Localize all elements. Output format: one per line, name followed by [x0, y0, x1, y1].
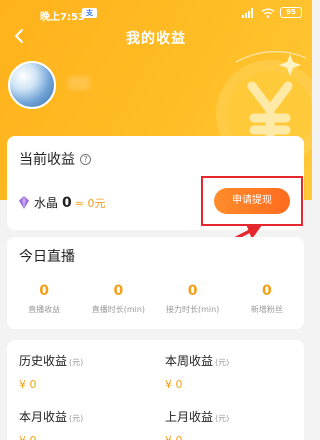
wifi-icon — [261, 8, 275, 18]
live-stats: 0 直播收益 0 直播时长(min) 0 接力时长(min) 0 新增粉丝 — [7, 283, 304, 315]
history-unit: (元) — [215, 358, 230, 367]
history-unit: (元) — [69, 414, 84, 423]
crystal-icon — [19, 196, 29, 209]
stat-label: 新增粉丝 — [250, 305, 283, 314]
history-this-week: 本周收益 (元) ¥ 0 — [165, 350, 229, 391]
history-label: 上月收益 — [165, 410, 214, 424]
history-earnings-card: 历史收益(元) ¥ 0 本周收益(元) ¥ 0 本月收益(元) ¥ 0 上月收益… — [7, 340, 304, 440]
crystal-balance: 水晶 0 ≈ 0元 — [19, 194, 105, 211]
stat-value: 0 — [39, 283, 49, 299]
stat-live-earnings: 0 直播收益 — [7, 283, 81, 315]
withdraw-highlight-box: 申请提现 — [201, 176, 303, 226]
stat-relay-duration: 0 接力时长(min) — [156, 283, 230, 315]
stat-value: 0 — [262, 283, 272, 299]
user-name — [68, 76, 90, 90]
stat-value: 0 — [113, 283, 124, 299]
current-earnings-card: 当前收益 ? 水晶 0 ≈ 0元 申请提现 — [7, 136, 304, 230]
withdraw-button[interactable]: 申请提现 — [214, 188, 290, 214]
stat-label: 直播收益 — [28, 305, 61, 314]
stat-value: 0 — [187, 283, 198, 299]
history-unit: (元) — [69, 358, 84, 367]
today-live-title: 今日直播 — [19, 249, 75, 265]
payment-app-icon: 支 — [82, 8, 97, 18]
history-label: 本月收益 — [19, 410, 68, 424]
history-value: ¥ 0 — [165, 434, 229, 440]
history-value: ¥ 0 — [19, 378, 37, 391]
today-live-card: 今日直播 0 直播收益 0 直播时长(min) 0 接力时长(min) 0 新增… — [7, 237, 304, 329]
history-unit: (元) — [215, 414, 230, 423]
crystal-label: 水晶 — [34, 196, 59, 210]
earnings-title: 当前收益 ? — [19, 149, 91, 169]
avatar[interactable] — [8, 61, 56, 109]
status-bar: 晚上7:53 支 95 — [0, 0, 312, 23]
stat-new-fans: 0 新增粉丝 — [230, 283, 304, 315]
history-value: ¥ 0 — [19, 434, 83, 440]
earnings-title-text: 当前收益 — [19, 152, 75, 168]
history-total: 历史收益 (元) ¥ 0 — [19, 350, 83, 391]
signal-icon — [242, 7, 256, 18]
crystal-approx-value: ≈ 0元 — [74, 196, 106, 210]
history-label: 历史收益 — [19, 354, 68, 368]
history-last-month: 上月收益(元) ¥ 0 — [165, 406, 229, 440]
stat-label: 直播时长(min) — [91, 305, 146, 314]
question-circle-icon[interactable]: ? — [80, 153, 91, 165]
stat-live-duration: 0 直播时长(min) — [81, 283, 155, 315]
history-value: ¥ 0 — [165, 378, 183, 391]
crystal-value: 0 — [62, 194, 72, 211]
stat-label: 接力时长(min) — [165, 305, 220, 314]
history-label: 本周收益 — [165, 354, 214, 368]
history-this-month: 本月收益(元) ¥ 0 — [19, 406, 83, 440]
status-time: 晚上7:53 — [40, 12, 85, 23]
battery-icon: 95 — [280, 7, 302, 18]
